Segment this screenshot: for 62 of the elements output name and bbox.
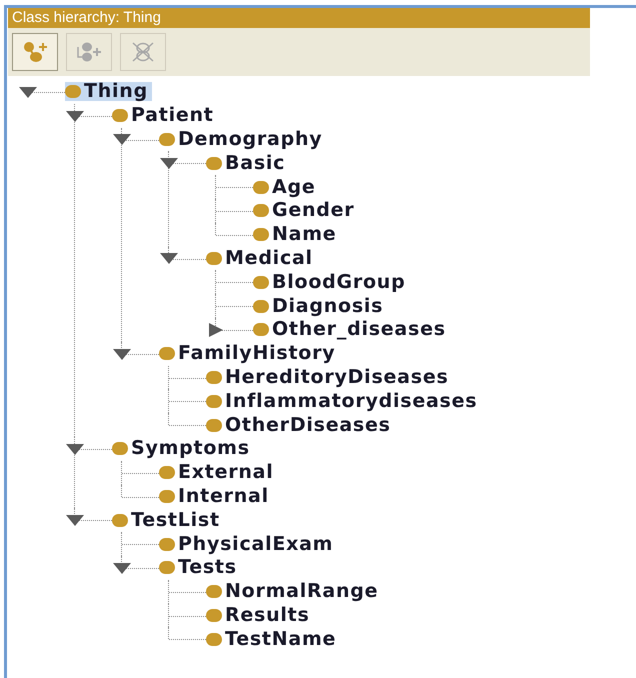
tree-item[interactable]: Patient bbox=[112, 106, 218, 126]
class-icon bbox=[253, 276, 269, 289]
expanded-arrow-icon[interactable] bbox=[112, 132, 132, 146]
tree-item[interactable]: Diagnosis bbox=[253, 296, 388, 316]
tree-item[interactable]: Demography bbox=[159, 130, 326, 149]
add-sibling-icon bbox=[76, 41, 102, 63]
tree-item[interactable]: Gender bbox=[253, 201, 358, 220]
tree-item[interactable]: OtherDiseases bbox=[206, 416, 395, 435]
class-icon bbox=[253, 300, 269, 313]
class-icon bbox=[253, 323, 269, 336]
tree-item[interactable]: TestList bbox=[112, 510, 224, 530]
tree-item[interactable]: External bbox=[159, 463, 278, 482]
expanded-arrow-icon[interactable] bbox=[18, 84, 38, 99]
expanded-arrow-icon[interactable] bbox=[65, 108, 85, 123]
class-icon bbox=[65, 85, 81, 98]
class-icon bbox=[206, 632, 222, 646]
expanded-arrow-icon[interactable] bbox=[159, 251, 179, 266]
class-icon bbox=[159, 466, 175, 480]
class-icon bbox=[206, 585, 222, 598]
expanded-arrow-icon[interactable] bbox=[159, 156, 179, 170]
tree-item[interactable]: Name bbox=[253, 225, 340, 244]
class-icon bbox=[112, 109, 128, 122]
class-icon bbox=[112, 442, 128, 456]
tree-item[interactable]: PhysicalExam bbox=[159, 534, 338, 554]
class-icon bbox=[206, 252, 222, 265]
tree-item[interactable]: Thing bbox=[65, 82, 152, 102]
tree-item[interactable]: Tests bbox=[159, 558, 241, 578]
tree-item[interactable]: Age bbox=[253, 178, 320, 197]
add-subclass-icon bbox=[22, 41, 48, 63]
class-icon bbox=[206, 370, 222, 384]
class-icon bbox=[159, 561, 175, 574]
class-icon bbox=[253, 180, 269, 194]
class-icon bbox=[159, 490, 175, 503]
class-icon bbox=[159, 347, 175, 360]
tree-item[interactable]: Other_diseases bbox=[253, 320, 450, 340]
tree-item[interactable]: Internal bbox=[159, 486, 273, 506]
tree-item[interactable]: BloodGroup bbox=[253, 272, 410, 292]
tree-item[interactable]: Basic bbox=[206, 154, 290, 173]
tree-item[interactable]: Results bbox=[206, 606, 314, 625]
expanded-arrow-icon[interactable] bbox=[112, 346, 132, 361]
tree-item[interactable]: FamilyHistory bbox=[159, 344, 340, 364]
class-icon bbox=[206, 394, 222, 408]
expanded-arrow-icon[interactable] bbox=[65, 442, 85, 456]
class-icon bbox=[159, 132, 175, 146]
class-icon bbox=[253, 204, 269, 218]
tree-item[interactable]: NormalRange bbox=[206, 582, 382, 602]
expanded-arrow-icon[interactable] bbox=[65, 513, 85, 528]
class-icon bbox=[206, 156, 222, 170]
tree-item[interactable]: TestName bbox=[206, 630, 340, 649]
tree-item[interactable]: Medical bbox=[206, 248, 317, 268]
tree-item[interactable]: Inflammatorydiseases bbox=[206, 392, 482, 411]
class-icon bbox=[206, 608, 222, 622]
class-icon bbox=[206, 418, 222, 432]
panel-title: Class hierarchy: Thing bbox=[8, 8, 590, 28]
delete-class-icon bbox=[130, 41, 156, 63]
expanded-arrow-icon[interactable] bbox=[112, 560, 132, 575]
class-icon bbox=[112, 514, 128, 527]
tree-item[interactable]: Symptoms bbox=[112, 439, 254, 458]
class-icon bbox=[159, 538, 175, 551]
add-subclass-button[interactable] bbox=[12, 33, 58, 71]
class-icon bbox=[253, 228, 269, 242]
tree-item[interactable]: HereditoryDiseases bbox=[206, 368, 453, 387]
